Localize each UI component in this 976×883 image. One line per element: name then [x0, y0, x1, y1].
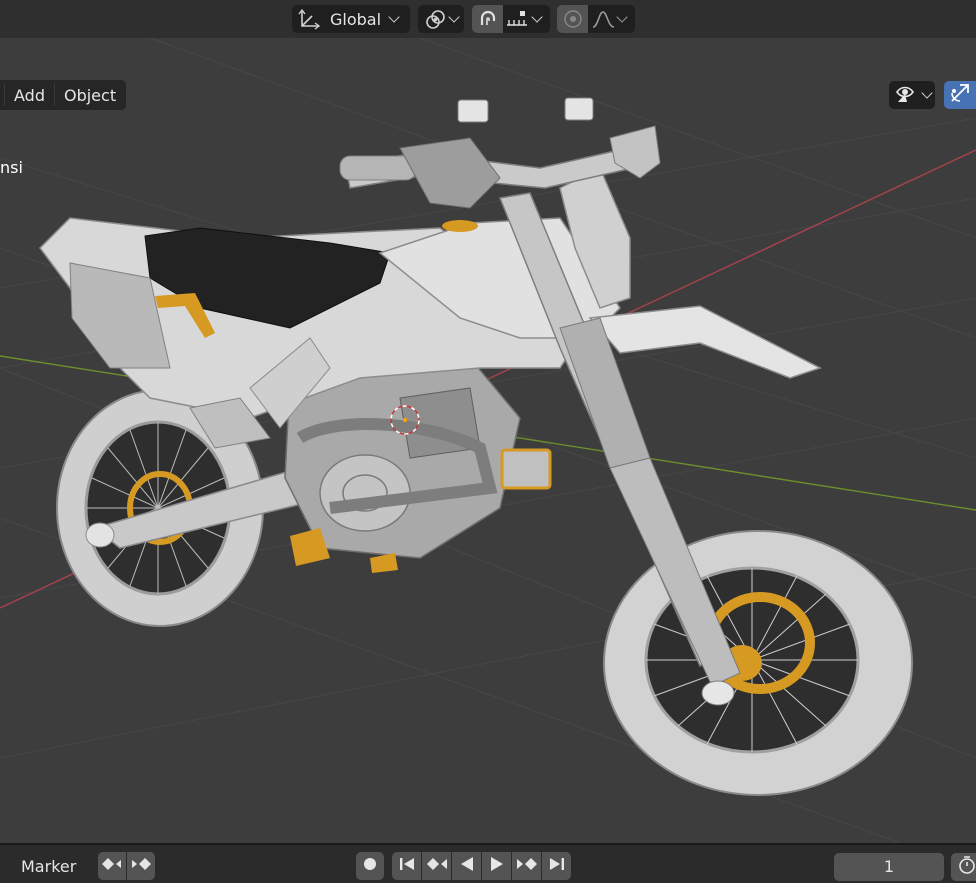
- snap-controls: [472, 5, 550, 33]
- pivot-point-dropdown[interactable]: [418, 5, 464, 33]
- timer-button[interactable]: [951, 853, 976, 881]
- record-button[interactable]: [356, 852, 384, 880]
- viewport-overlay-text: nsi: [0, 158, 23, 177]
- prev-keyframe-icon: [101, 856, 123, 876]
- jump-next-keyframe-button[interactable]: [512, 852, 541, 880]
- proportional-edit-controls: [557, 5, 635, 33]
- record-icon: [362, 856, 378, 876]
- viewport-menu-bar: Add Object: [0, 80, 127, 110]
- transform-orientation-icon: [298, 8, 322, 30]
- proportional-falloff-dropdown[interactable]: [588, 5, 635, 33]
- object-menu[interactable]: Object: [56, 82, 124, 108]
- gizmo-toggle-button[interactable]: [944, 81, 976, 109]
- jump-prev-keyframe-icon: [426, 856, 448, 876]
- snap-target-dropdown[interactable]: [503, 5, 550, 33]
- add-menu[interactable]: Add: [6, 82, 53, 108]
- chevron-down-icon: [616, 11, 628, 23]
- snap-toggle-button[interactable]: [472, 5, 503, 33]
- snap-magnet-icon: [477, 8, 499, 30]
- selectability-visibility-dropdown[interactable]: [889, 81, 935, 109]
- play-reverse-icon: [459, 856, 475, 876]
- timeline-header: Marker 1: [0, 843, 976, 883]
- next-keyframe-icon: [130, 856, 152, 876]
- menu-separator: [53, 84, 55, 106]
- scene-canvas: [0, 38, 976, 843]
- motorcycle-model[interactable]: [39, 97, 913, 796]
- play-reverse-button[interactable]: [452, 852, 481, 880]
- chevron-down-icon: [531, 11, 543, 23]
- menu-separator: [4, 84, 5, 106]
- jump-next-keyframe-icon: [516, 856, 538, 876]
- falloff-curve-icon: [592, 9, 616, 29]
- jump-end-button[interactable]: [542, 852, 571, 880]
- marker-menu[interactable]: Marker: [21, 857, 76, 876]
- transform-orientation-label: Global: [330, 9, 382, 29]
- current-frame-field[interactable]: 1: [834, 853, 944, 881]
- transform-orientation-dropdown[interactable]: Global: [292, 5, 410, 33]
- play-button[interactable]: [482, 852, 511, 880]
- jump-prev-keyframe-button[interactable]: [422, 852, 451, 880]
- jump-start-button[interactable]: [392, 852, 421, 880]
- proportional-edit-toggle[interactable]: [557, 5, 588, 33]
- timer-icon: [957, 855, 976, 879]
- viewport-header: Global: [0, 0, 976, 38]
- gizmo-toggle-icon: [948, 81, 972, 109]
- pivot-point-icon: [424, 8, 448, 30]
- chevron-down-icon: [448, 11, 460, 23]
- play-icon: [489, 856, 505, 876]
- selectability-visibility-icon: [894, 82, 918, 108]
- chevron-down-icon: [388, 11, 400, 23]
- chevron-down-icon: [921, 87, 933, 99]
- jump-start-icon: [398, 856, 416, 876]
- 3d-viewport[interactable]: Add Object nsi: [0, 38, 976, 843]
- prev-keyframe-button[interactable]: [98, 852, 126, 880]
- proportional-edit-icon: [563, 9, 583, 29]
- jump-end-icon: [548, 856, 566, 876]
- snap-increment-icon: [506, 9, 530, 29]
- next-keyframe-button[interactable]: [127, 852, 155, 880]
